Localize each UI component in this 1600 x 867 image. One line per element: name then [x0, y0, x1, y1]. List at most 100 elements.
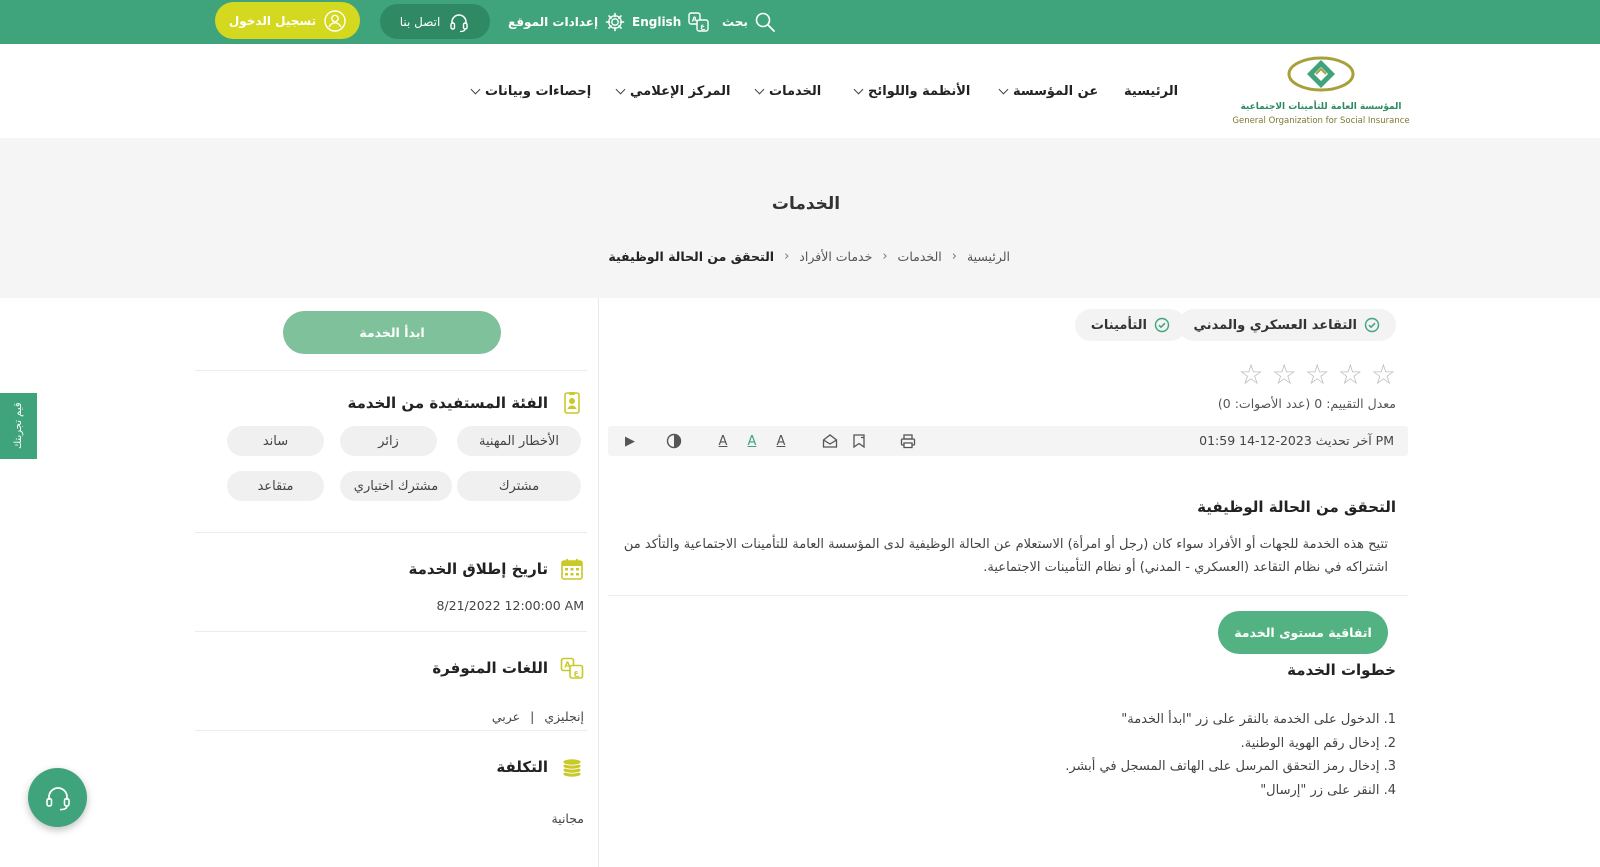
beneficiary-chip[interactable]: الأخطار المهنية	[457, 426, 581, 456]
gosi-logo[interactable]: المؤسسة العامة للتأمينات الاجتماعية Gene…	[1228, 54, 1418, 130]
font-increase-icon: A	[776, 433, 786, 449]
divider	[195, 370, 587, 371]
language-item: عربي	[491, 709, 521, 724]
service-content: التقاعد العسكري والمدني التأمينات ☆ ☆ ☆ …	[608, 298, 1416, 867]
star-icon[interactable]: ☆	[1371, 361, 1396, 389]
rate-experience-label: قيم تجربتك	[13, 402, 24, 450]
bookmark-icon	[853, 434, 865, 449]
print-button[interactable]	[898, 431, 918, 451]
start-service-label: ابدأ الخدمة	[359, 325, 425, 340]
star-icon[interactable]: ☆	[1305, 361, 1330, 389]
category-tag-label: التأمينات	[1090, 317, 1147, 333]
page-banner: الخدمات الرئيسية › الخدمات › خدمات الأفر…	[0, 138, 1600, 298]
top-bar: تسجيل الدخول اتصل بنا إعدادات الموقع Eng…	[0, 0, 1600, 44]
chevron-down-icon	[615, 84, 626, 94]
column-separator	[598, 298, 599, 867]
gosi-emblem-icon	[1287, 56, 1355, 92]
nav-media-label: المركز الإعلامي	[630, 83, 731, 99]
nav-about[interactable]: عن المؤسسة	[998, 80, 1098, 102]
logo-english-text: General Organization for Social Insuranc…	[1232, 116, 1410, 126]
chevron-down-icon	[754, 84, 765, 94]
nav-home-label: الرئيسية	[1124, 83, 1179, 99]
beneficiary-chip[interactable]: زائر	[340, 426, 437, 456]
nav-media-center[interactable]: المركز الإعلامي	[615, 80, 731, 102]
language-item: إنجليزي	[544, 709, 584, 724]
breadcrumb-separator: ›	[784, 248, 790, 264]
search-link[interactable]: بحث	[722, 8, 776, 36]
font-reset-icon: A	[747, 433, 757, 449]
divider	[195, 730, 587, 731]
star-icon[interactable]: ☆	[1272, 361, 1297, 389]
rating-stars: ☆ ☆ ☆ ☆ ☆	[1238, 361, 1396, 389]
nav-statistics[interactable]: إحصاءات وبيانات	[470, 80, 592, 102]
breadcrumb-services[interactable]: الخدمات	[898, 249, 942, 264]
step-item: 1. الدخول على الخدمة بالنقر على زر "ابدأ…	[1121, 712, 1396, 727]
service-title: التحقق من الحالة الوظيفية	[1197, 498, 1396, 516]
beneficiary-chip[interactable]: مشترك اختياري	[340, 471, 452, 501]
check-circle-icon	[1364, 317, 1380, 333]
rating-summary: معدل التقييم: 0 (عدد الأصوات: 0)	[1217, 396, 1396, 411]
language-switch[interactable]: English Aع	[632, 8, 711, 36]
play-audio-button[interactable]: ▶	[620, 431, 640, 451]
sla-label: اتفاقية مستوى الخدمة	[1234, 625, 1372, 640]
login-button[interactable]: تسجيل الدخول	[215, 2, 360, 39]
support-chat-button[interactable]	[28, 768, 87, 827]
gear-icon	[605, 12, 625, 32]
launch-date-value: 8/21/2022 12:00:00 AM	[436, 598, 584, 613]
star-icon[interactable]: ☆	[1338, 361, 1363, 389]
divider	[608, 595, 1408, 596]
bookmark-button[interactable]	[849, 431, 869, 451]
user-icon	[324, 9, 346, 32]
svg-text:A: A	[692, 16, 698, 24]
service-description: تتيح هذه الخدمة للجهات أو الأفراد سواء ك…	[623, 537, 1388, 575]
languages-icon: Aع	[560, 657, 584, 679]
start-service-button[interactable]: ابدأ الخدمة	[283, 311, 501, 354]
last-updated-text: آخر تحديث 2023-12-14 01:59 PM	[1199, 433, 1394, 448]
languages-heading: اللغات المتوفرة Aع	[432, 656, 584, 680]
nav-services[interactable]: الخدمات	[754, 80, 822, 102]
search-label: بحث	[722, 15, 748, 29]
coins-icon	[562, 758, 582, 778]
contact-label: اتصل بنا	[399, 14, 441, 29]
beneficiary-chip[interactable]: مشترك	[457, 471, 581, 501]
step-item: 3. إدخال رمز التحقق المرسل على الهاتف ال…	[1065, 759, 1396, 774]
svg-text:A: A	[564, 661, 571, 670]
sla-button[interactable]: اتفاقية مستوى الخدمة	[1218, 611, 1388, 654]
launch-date-heading: تاريخ إطلاق الخدمة	[409, 557, 585, 581]
nav-services-label: الخدمات	[769, 83, 822, 99]
mail-open-icon	[822, 434, 838, 448]
category-tag[interactable]: التقاعد العسكري والمدني	[1177, 309, 1396, 341]
page-title: الخدمات	[771, 194, 841, 214]
headset-icon	[450, 13, 468, 32]
increase-font-button[interactable]: A	[771, 431, 791, 451]
steps-title: خطوات الخدمة	[1287, 661, 1396, 679]
languages-title: اللغات المتوفرة	[432, 659, 548, 677]
category-tag-label: التقاعد العسكري والمدني	[1193, 317, 1357, 333]
breadcrumb-separator: ›	[882, 248, 888, 264]
site-settings-link[interactable]: إعدادات الموقع	[508, 8, 626, 36]
rate-experience-tab[interactable]: قيم تجربتك	[0, 393, 37, 459]
category-tag[interactable]: التأمينات	[1074, 309, 1186, 341]
email-share-button[interactable]	[820, 431, 840, 451]
login-label: تسجيل الدخول	[228, 13, 317, 28]
launch-date-title: تاريخ إطلاق الخدمة	[408, 560, 549, 578]
contrast-icon	[666, 433, 682, 449]
contrast-button[interactable]	[664, 431, 684, 451]
divider	[195, 631, 587, 632]
nav-home[interactable]: الرئيسية	[1124, 80, 1178, 102]
nav-statistics-label: إحصاءات وبيانات	[485, 83, 592, 99]
breadcrumb-home[interactable]: الرئيسية	[967, 249, 1010, 264]
decrease-font-button[interactable]: A	[713, 431, 733, 451]
breadcrumb-separator: ›	[951, 248, 957, 264]
breadcrumb-individual-services[interactable]: خدمات الأفراد	[799, 249, 872, 264]
reset-font-button[interactable]: A	[742, 431, 762, 451]
star-icon[interactable]: ☆	[1238, 361, 1263, 389]
contact-us-button[interactable]: اتصل بنا	[380, 4, 490, 39]
beneficiary-chip[interactable]: متقاعد	[227, 471, 324, 501]
chevron-down-icon	[470, 84, 481, 94]
logo-arabic-text: المؤسسة العامة للتأمينات الاجتماعية	[1240, 102, 1402, 112]
beneficiaries-heading: الفئة المستفيدة من الخدمة	[347, 391, 584, 415]
translate-icon: Aع	[688, 12, 709, 32]
nav-regulations[interactable]: الأنظمة واللوائح	[853, 80, 970, 102]
beneficiary-chip[interactable]: ساند	[227, 426, 324, 456]
